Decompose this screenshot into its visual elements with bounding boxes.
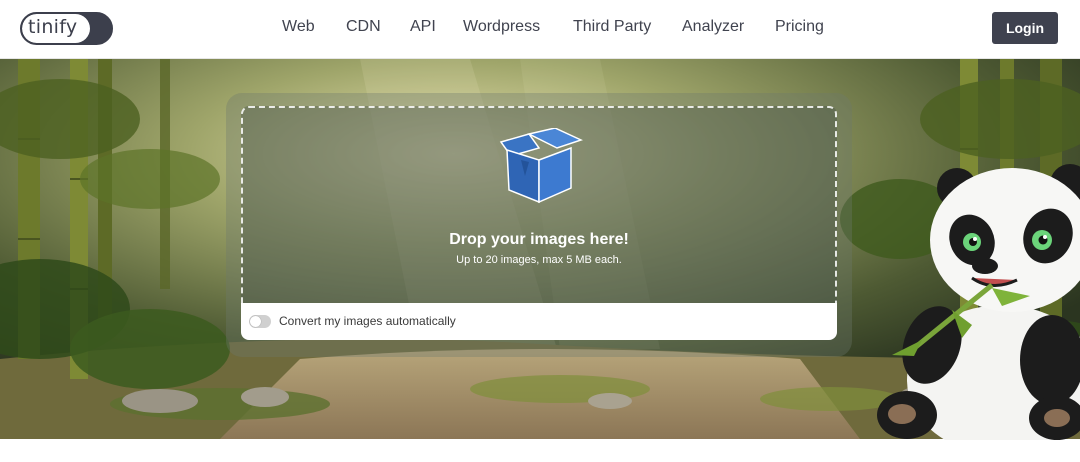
nav-wordpress[interactable]: Wordpress [463, 18, 540, 36]
convert-option-bar: Convert my images automatically [241, 303, 837, 340]
nav-pricing[interactable]: Pricing [775, 18, 824, 36]
top-header: tinify Web CDN API Wordpress Third Party… [0, 0, 1080, 59]
image-dropzone[interactable]: Drop your images here! Up to 20 images, … [241, 106, 837, 304]
drop-title: Drop your images here! [449, 231, 629, 248]
nav-analyzer[interactable]: Analyzer [682, 18, 744, 36]
nav-cdn[interactable]: CDN [346, 18, 381, 36]
nav-web[interactable]: Web [282, 18, 315, 36]
tinify-logo[interactable]: tinify [20, 12, 113, 45]
logo-text: tinify [28, 16, 78, 38]
convert-label[interactable]: Convert my images automatically [279, 314, 456, 328]
box-icon [499, 128, 583, 204]
panda-mascot-illustration [877, 164, 1080, 440]
drop-subtitle: Up to 20 images, max 5 MB each. [456, 254, 622, 266]
convert-toggle[interactable] [249, 315, 271, 328]
toggle-knob [250, 316, 261, 327]
nav-api[interactable]: API [410, 18, 436, 36]
nav-third-party[interactable]: Third Party [573, 18, 651, 36]
login-button[interactable]: Login [992, 12, 1058, 44]
